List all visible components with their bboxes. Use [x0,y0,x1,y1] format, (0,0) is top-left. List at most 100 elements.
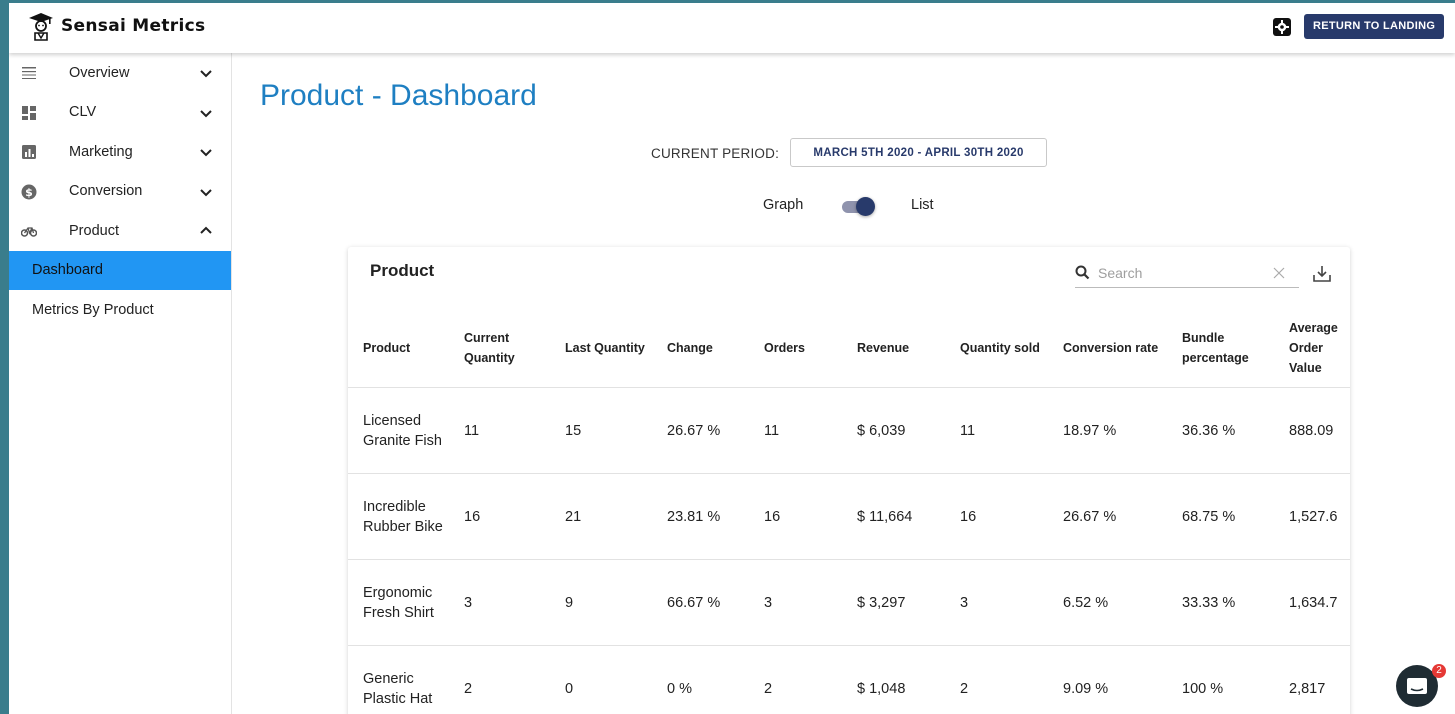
product-name-cell: Incredible Rubber Bike [348,473,449,560]
change-cell: 0 % [652,645,749,714]
change-cell: 26.67 % [652,387,749,474]
chevron-down-icon[interactable] [199,185,213,199]
overview-icon [22,67,36,79]
table-header-row: Product Current Quantity Last Quantity C… [348,309,1350,388]
column-header[interactable]: Orders [749,309,842,388]
search-icon [1075,265,1090,280]
aov-cell: 1,634.7 [1274,559,1350,646]
graph-list-toggle[interactable] [841,196,877,218]
close-icon[interactable] [1273,267,1285,279]
list-view-label: List [911,197,934,213]
change-cell: 66.67 % [652,559,749,646]
sidebar: Overview CLV Marketing $ Conversion Prod… [9,53,232,714]
quantity-sold-cell: 11 [945,387,1048,474]
orders-cell: 11 [749,387,842,474]
table-row[interactable]: Ergonomic Fresh Shirt 3 9 66.67 % 3 $ 3,… [348,559,1350,646]
sidebar-item-conversion[interactable]: $ Conversion [9,172,231,212]
revenue-cell: $ 1,048 [842,645,945,714]
last-quantity-cell: 15 [550,387,652,474]
current-quantity-cell: 11 [449,387,550,474]
return-to-landing-button[interactable]: RETURN TO LANDING [1304,14,1445,39]
chevron-down-icon[interactable] [199,66,213,80]
current-quantity-cell: 2 [449,645,550,714]
sidebar-item-label: Product [69,222,119,239]
product-name-cell: Generic Plastic Hat [348,645,449,714]
period-date-range-button[interactable]: MARCH 5TH 2020 - APRIL 30TH 2020 [790,138,1047,167]
product-name-cell: Ergonomic Fresh Shirt [348,559,449,646]
column-header[interactable]: Revenue [842,309,945,388]
revenue-cell: $ 3,297 [842,559,945,646]
column-header[interactable]: Bundle percentage [1167,309,1274,388]
sidebar-item-label: Overview [69,64,130,81]
dollar-circle-icon: $ [21,184,37,199]
current-quantity-cell: 3 [449,559,550,646]
aov-cell: 888.09 [1274,387,1350,474]
settings-icon[interactable] [1272,17,1292,37]
brand[interactable]: Sensai Metrics [27,11,205,41]
column-header[interactable]: Conversion rate [1048,309,1167,388]
orders-cell: 2 [749,645,842,714]
toggle-knob [856,197,875,216]
app-window: Sensai Metrics RETURN TO LANDING Overvie… [9,3,1455,714]
bundle-percentage-cell: 36.36 % [1167,387,1274,474]
column-header[interactable]: Current Quantity [449,309,550,388]
column-header[interactable]: Last Quantity [550,309,652,388]
quantity-sold-cell: 16 [945,473,1048,560]
sensei-logo-icon [29,13,53,41]
sidebar-item-marketing[interactable]: Marketing [9,132,231,172]
sidebar-item-label: CLV [69,104,97,121]
product-table: Product Current Quantity Last Quantity C… [348,309,1350,714]
column-header[interactable]: Change [652,309,749,388]
bundle-percentage-cell: 33.33 % [1167,559,1274,646]
revenue-cell: $ 11,664 [842,473,945,560]
table-row[interactable]: Generic Plastic Hat 2 0 0 % 2 $ 1,048 2 … [348,645,1350,714]
quantity-sold-cell: 2 [945,645,1048,714]
change-cell: 23.81 % [652,473,749,560]
aov-cell: 1,527.6 [1274,473,1350,560]
top-bar: Sensai Metrics RETURN TO LANDING [9,3,1455,53]
chevron-up-icon[interactable] [199,224,213,238]
orders-cell: 3 [749,559,842,646]
sidebar-item-clv[interactable]: CLV [9,93,231,133]
bundle-percentage-cell: 100 % [1167,645,1274,714]
table-row[interactable]: Licensed Granite Fish 11 15 26.67 % 11 $… [348,387,1350,474]
sidebar-subitem-dashboard[interactable]: Dashboard [9,250,231,290]
svg-text:$: $ [25,186,33,199]
conversion-rate-cell: 26.67 % [1048,473,1167,560]
conversion-rate-cell: 18.97 % [1048,387,1167,474]
table-title: Product [370,261,435,280]
bar-chart-icon [22,145,36,159]
table-row[interactable]: Incredible Rubber Bike 16 21 23.81 % 16 … [348,473,1350,560]
bundle-percentage-cell: 68.75 % [1167,473,1274,560]
table-search [1075,261,1299,288]
current-quantity-cell: 16 [449,473,550,560]
dashboard-grid-icon [22,105,36,120]
column-header[interactable]: Average Order Value [1274,309,1350,388]
orders-cell: 16 [749,473,842,560]
revenue-cell: $ 6,039 [842,387,945,474]
graph-view-label: Graph [763,197,804,213]
page-title: Product - Dashboard [260,79,537,112]
sidebar-item-label: Marketing [69,143,133,160]
conversion-rate-cell: 6.52 % [1048,559,1167,646]
quantity-sold-cell: 3 [945,559,1048,646]
sidebar-item-overview[interactable]: Overview [9,53,231,93]
chat-notification-badge: 2 [1432,664,1446,678]
search-input[interactable] [1098,263,1263,283]
sidebar-subitem-metrics-by-product[interactable]: Metrics By Product [9,290,231,330]
chevron-down-icon[interactable] [199,145,213,159]
sidebar-item-product[interactable]: Product [9,211,231,251]
download-icon[interactable] [1313,265,1331,283]
brand-name: Sensai Metrics [61,16,206,36]
chevron-down-icon[interactable] [199,106,213,120]
last-quantity-cell: 21 [550,473,652,560]
current-period-label: CURRENT PERIOD: [651,146,780,161]
column-header[interactable]: Quantity sold [945,309,1048,388]
sidebar-item-label: Conversion [69,183,143,200]
bike-icon [21,227,37,237]
conversion-rate-cell: 9.09 % [1048,645,1167,714]
column-header[interactable]: Product [348,309,449,388]
aov-cell: 2,817 [1274,645,1350,714]
product-name-cell: Licensed Granite Fish [348,387,449,474]
last-quantity-cell: 9 [550,559,652,646]
